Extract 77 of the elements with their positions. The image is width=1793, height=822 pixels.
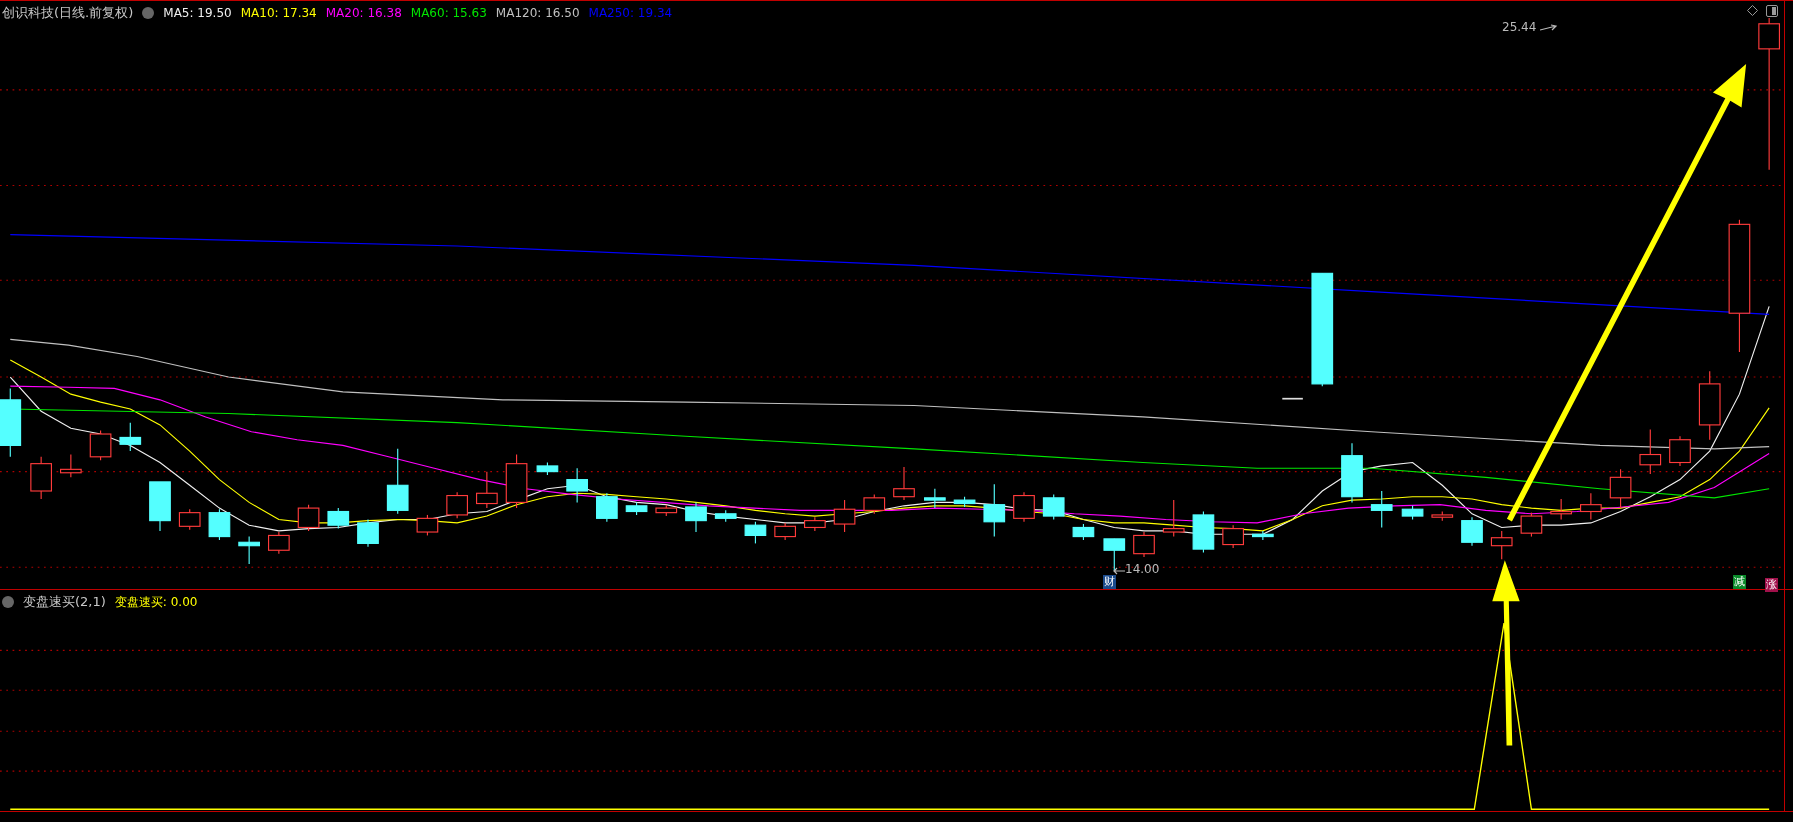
candlestick <box>1072 523 1095 541</box>
candlestick <box>1192 510 1215 554</box>
candlestick <box>297 504 320 532</box>
candlestick <box>1013 491 1035 523</box>
candlestick <box>208 508 231 541</box>
candlestick <box>1103 538 1126 572</box>
moving-average-label: MA20: 16.38 <box>325 6 402 20</box>
candlestick <box>268 531 290 555</box>
high-price-label: 25.44 <box>1502 20 1537 34</box>
event-badge: 减 <box>1733 575 1746 589</box>
candlestick <box>1550 498 1572 521</box>
candlestick <box>1222 524 1244 549</box>
candlestick <box>89 430 112 461</box>
candlestick <box>327 507 350 530</box>
candlestick <box>1133 531 1155 558</box>
candlestick <box>863 493 886 515</box>
candlestick <box>566 467 588 503</box>
candlestick <box>505 453 528 509</box>
candlestick <box>119 422 142 452</box>
event-badge: 涨 <box>1765 578 1778 592</box>
candlestick <box>1042 493 1065 521</box>
candlestick <box>1401 505 1424 521</box>
pointer-arrow-icon <box>1113 567 1125 575</box>
candlestick <box>685 501 707 533</box>
candlestick <box>416 514 439 536</box>
candlestick <box>1490 530 1513 560</box>
diamond-icon[interactable] <box>1747 5 1758 16</box>
moving-average-label: MA120: 16.50 <box>495 6 580 20</box>
candlestick <box>1370 490 1393 529</box>
candlestick <box>983 483 1006 538</box>
chart-title: 创识科技(日线.前复权) <box>2 4 134 22</box>
moving-average-label: MA250: 19.34 <box>588 6 673 20</box>
candlestick <box>596 492 618 523</box>
panel-toggle-icon[interactable] <box>1766 5 1778 17</box>
pointer-arrow-icon <box>1540 24 1558 32</box>
candlestick <box>0 387 22 458</box>
candlestick <box>149 481 171 532</box>
candlestick <box>238 536 260 565</box>
candlestick <box>833 499 856 533</box>
candlestick <box>536 461 559 476</box>
candlestick <box>655 504 678 517</box>
candlestick <box>178 508 201 531</box>
collapse-icon[interactable] <box>2 596 14 608</box>
candlestick <box>1698 370 1721 441</box>
moving-average-label: MA5: 19.50 <box>163 6 232 20</box>
candlestick <box>1461 516 1483 547</box>
candlestick <box>1639 428 1662 475</box>
candlestick <box>1252 530 1274 541</box>
event-badge: 财 <box>1103 575 1116 589</box>
moving-average-label: MA60: 15.63 <box>410 6 487 20</box>
candlestick <box>714 509 737 523</box>
candlestick <box>774 522 796 541</box>
candlestick <box>386 448 409 515</box>
indicator-value: 变盘速买: 0.00 <box>114 593 198 611</box>
candlestick <box>1341 442 1363 503</box>
price-dash <box>1281 397 1304 400</box>
candlestick <box>893 466 915 501</box>
candlestick <box>625 501 648 516</box>
candlestick <box>1580 492 1602 521</box>
candlestick <box>924 488 946 509</box>
collapse-icon[interactable] <box>142 7 155 19</box>
candlestick <box>1669 435 1691 467</box>
candlestick <box>357 518 379 548</box>
low-price-label: 14.00 <box>1125 562 1160 576</box>
candlestick <box>60 453 82 478</box>
candlestick <box>30 456 52 500</box>
moving-average-label: MA10: 17.34 <box>240 6 317 20</box>
candlestick <box>446 491 468 519</box>
candlestick <box>1162 499 1185 538</box>
candlestick <box>804 516 826 532</box>
candlestick <box>744 521 767 544</box>
candlestick <box>1431 510 1454 522</box>
candlestick <box>1609 468 1632 509</box>
candlestick <box>476 471 498 509</box>
candlestick <box>1520 512 1543 538</box>
indicator-title: 变盘速买(2,1) <box>23 593 106 611</box>
candlestick <box>953 496 976 508</box>
